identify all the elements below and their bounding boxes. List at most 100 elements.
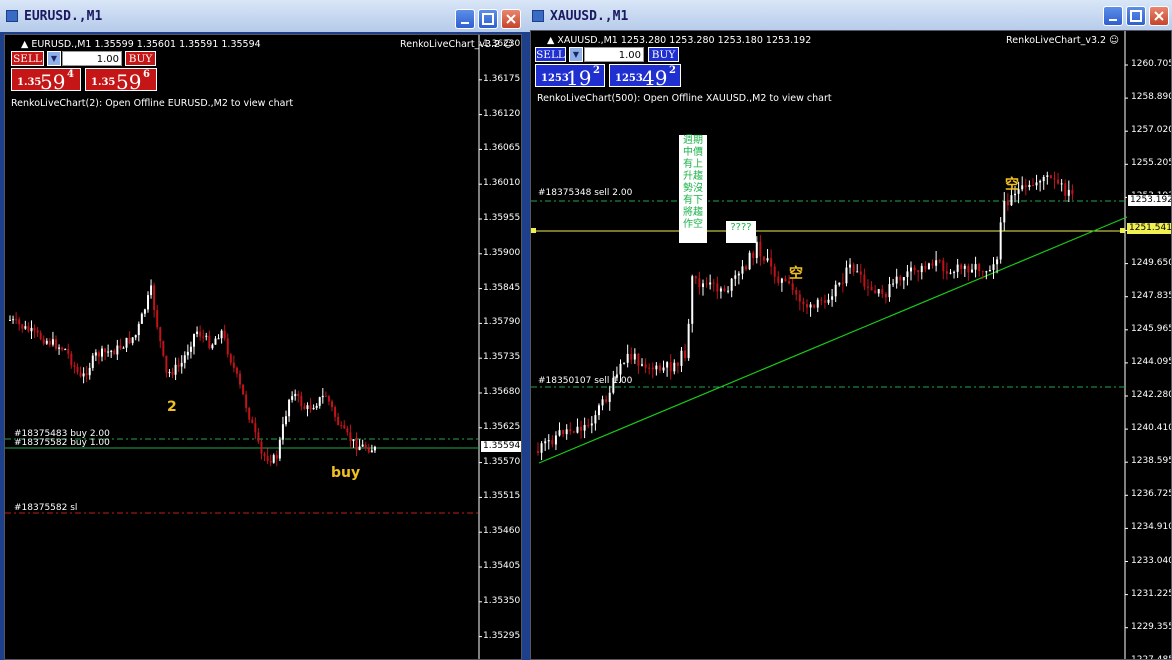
candle xyxy=(572,430,575,434)
candle xyxy=(104,347,107,361)
candle xyxy=(186,344,189,360)
price-axis-label: 1236.725 xyxy=(1131,489,1172,500)
buy-quote[interactable]: 1.35 59 6 xyxy=(85,68,157,94)
eurusd-chart-area[interactable]: ▲ EURUSD.,M1 1.35599 1.35601 1.35591 1.35… xyxy=(4,34,522,660)
candle xyxy=(12,315,15,324)
candle xyxy=(970,263,973,273)
lot-decrease-icon[interactable]: ▼ xyxy=(569,47,583,62)
maximize-button[interactable] xyxy=(478,9,498,29)
minimize-button[interactable] xyxy=(455,9,475,29)
candle xyxy=(205,332,208,341)
candle xyxy=(931,259,934,269)
price-axis-label: 1233.040 xyxy=(1131,555,1172,566)
candle xyxy=(162,340,165,358)
current-price-badge: 1.35594 xyxy=(481,441,521,452)
close-button[interactable] xyxy=(501,9,521,29)
lot-size-input[interactable]: 1.00 xyxy=(584,47,644,62)
candle xyxy=(551,435,554,448)
candle xyxy=(902,276,905,290)
price-axis-label: 1.35570 xyxy=(483,456,521,467)
candle xyxy=(269,454,272,466)
buy-quote[interactable]: 1253 49 2 xyxy=(609,64,681,90)
candle xyxy=(641,358,644,367)
price-axis-label: 1249.650 xyxy=(1131,257,1172,268)
lot-decrease-icon[interactable]: ▼ xyxy=(47,51,61,66)
candle xyxy=(67,343,70,359)
candle xyxy=(759,234,762,266)
price-axis-label: 1255.205 xyxy=(1131,158,1172,169)
buy-button[interactable]: BUY xyxy=(125,51,156,66)
candle xyxy=(1067,180,1070,203)
close-button[interactable] xyxy=(1149,6,1169,26)
candle xyxy=(177,357,180,372)
candle xyxy=(1006,193,1009,211)
candle xyxy=(128,331,131,345)
candle xyxy=(1024,178,1027,196)
candle xyxy=(662,360,665,373)
chart-window-icon xyxy=(532,10,544,22)
candle xyxy=(321,388,324,404)
buy-quote-small: 1.35 xyxy=(91,77,116,88)
line-price-badge: 1251.541 xyxy=(1127,223,1172,234)
eurusd-candles xyxy=(5,35,482,659)
maximize-button[interactable] xyxy=(1126,6,1146,26)
candle xyxy=(960,263,963,275)
maximize-icon xyxy=(1130,10,1142,22)
candle xyxy=(999,217,1002,264)
candle xyxy=(1046,171,1049,185)
candle xyxy=(171,367,174,379)
candle xyxy=(91,352,94,371)
candle xyxy=(910,261,913,281)
price-axis-label: 1.36120 xyxy=(483,108,521,119)
candle xyxy=(637,352,640,374)
sell-quote[interactable]: 1.35 59 4 xyxy=(11,68,81,94)
candle xyxy=(956,259,959,278)
buy-button[interactable]: BUY xyxy=(648,47,679,62)
candle xyxy=(701,279,704,296)
price-axis-label: 1234.910 xyxy=(1131,522,1172,533)
xauusd-chart-area[interactable]: ▲ XAUUSD.,M1 1253.280 1253.280 1253.180 1… xyxy=(530,30,1172,660)
candle xyxy=(935,251,938,272)
candle xyxy=(21,323,24,333)
candle xyxy=(945,262,948,280)
lot-size-input[interactable]: 1.00 xyxy=(62,51,122,66)
sell-button[interactable]: SELL xyxy=(11,51,44,66)
sell-button[interactable]: SELL xyxy=(535,47,566,62)
candle xyxy=(327,394,330,406)
buy-quote-big: 59 xyxy=(116,70,142,94)
candle xyxy=(795,287,798,301)
candle xyxy=(312,404,315,410)
candle xyxy=(211,343,214,350)
indicator-label: RenkoLiveChart_v3.2 xyxy=(1006,35,1107,46)
price-axis-label: 1.35515 xyxy=(483,491,521,502)
candle xyxy=(140,312,143,324)
candle xyxy=(719,286,722,299)
xauusd-titlebar[interactable]: XAUUSD.,M1 xyxy=(526,0,1172,32)
candle xyxy=(278,436,281,462)
candle xyxy=(554,431,557,451)
candle xyxy=(337,412,340,426)
candle xyxy=(355,432,358,457)
candle xyxy=(226,333,229,358)
candle xyxy=(125,337,128,353)
candle xyxy=(949,269,952,275)
sell-quote[interactable]: 1253 19 2 xyxy=(535,64,605,90)
candle xyxy=(651,362,654,379)
candle xyxy=(687,318,690,361)
candle xyxy=(1042,174,1045,190)
candle xyxy=(30,320,33,339)
question-annotation: ???? xyxy=(726,221,756,243)
maximize-icon xyxy=(482,13,494,25)
sell-quote-small: 1253 xyxy=(541,73,569,84)
candle xyxy=(223,324,226,341)
candle xyxy=(254,417,257,440)
eurusd-titlebar[interactable]: EURUSD.,M1 xyxy=(0,0,526,32)
candle xyxy=(730,278,733,298)
ohlc-text: EURUSD.,M1 1.35599 1.35601 1.35591 1.355… xyxy=(31,39,261,50)
candle xyxy=(318,396,321,409)
candle xyxy=(626,344,629,368)
minimize-button[interactable] xyxy=(1103,6,1123,26)
candle xyxy=(85,365,88,383)
candle xyxy=(174,357,177,381)
candle xyxy=(214,336,217,345)
